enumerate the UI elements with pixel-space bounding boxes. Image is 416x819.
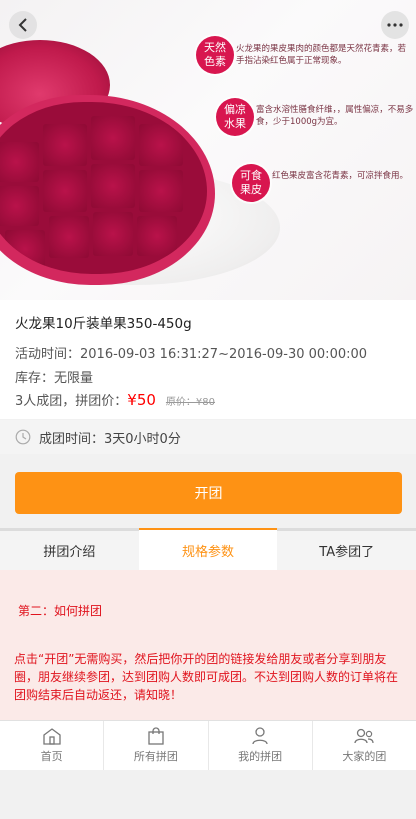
tabbar-item-home[interactable]: 首页 [0,721,105,770]
tabbar-label: 我的拼团 [238,750,283,763]
more-dots-icon [387,23,403,27]
chevron-left-icon [18,18,27,32]
dragon-fruit-illustration [0,40,240,285]
tab-specs[interactable]: 规格参数 [138,528,278,570]
tabbar-item-my-groups[interactable]: 我的拼团 [209,721,313,770]
form-time: 成团时间：3天0小时0分 [39,431,181,447]
callout-badge-cool-fruit: 偏凉水果 [216,98,254,136]
user-icon [252,727,268,745]
tabbar-label: 首页 [40,750,63,763]
group-price: ¥50 [127,391,156,409]
group-label: 3人成团，拼团价： [15,394,128,409]
tabbar-label: 所有拼团 [133,750,178,763]
original-price: 原价：¥80 [165,397,216,408]
section-title: 第二：如何拼团 [18,604,103,618]
tabbar-item-everyone-groups[interactable]: 大家的团 [313,721,416,770]
users-icon [354,728,374,744]
clock-icon [15,429,31,445]
tabbar-label: 大家的团 [342,750,387,763]
callout-text-cool-fruit: 富含水溶性膳食纤维，，属性偏凉，不易多食，少于1000g为宜。 [256,105,414,127]
callout-badge-edible-peel: 可食果皮 [232,164,270,202]
product-info: 火龙果10斤装单果350-450g 活动时间：2016-09-03 16:31:… [0,300,416,419]
callout-badge-natural-pigment: 天然色素 [196,36,234,74]
callout-text-edible-peel: 红色果皮富含花青素，可凉拌食用。 [272,171,409,181]
group-price-row: 3人成团，拼团价：¥50 原价：¥80 [15,390,215,409]
home-icon [42,728,61,745]
bottom-tabbar: 首页 所有拼团 我的拼团 大家的团 [0,720,416,770]
open-group-button[interactable]: 开团 [15,472,402,514]
product-title: 火龙果10斤装单果350-450g [15,316,192,332]
tab-participants[interactable]: TA参团了 [277,531,416,570]
product-hero-image: 天然色素 火龙果的果皮果肉的颜色都是天然花青素，若手指沾染红色属于正常现象。 偏… [0,0,416,300]
back-button[interactable] [9,11,37,39]
shopping-bag-icon [148,727,164,745]
tabbar-item-all-groups[interactable]: 所有拼团 [104,721,209,770]
tab-content: 第二：如何拼团 点击“开团”无需购买，然后把你开的团的链接发给朋友或者分享到朋友… [0,570,416,720]
detail-tabs: 拼团介绍 规格参数 TA参团了 [0,528,416,570]
form-time-row: 成团时间：3天0小时0分 [0,420,416,454]
tab-group-intro[interactable]: 拼团介绍 [0,531,139,570]
callout-text-natural-pigment: 火龙果的果皮果肉的颜色都是天然花青素，若手指沾染红色属于正常现象。 [236,44,407,66]
stock-info: 库存：无限量 [15,371,94,386]
section-body: 点击“开团”无需购买，然后把你开的团的链接发给朋友或者分享到朋友圈，朋友继续参团… [14,652,399,702]
more-button[interactable] [381,11,409,39]
activity-time: 活动时间：2016-09-03 16:31:27~2016-09-30 00:0… [15,347,368,362]
